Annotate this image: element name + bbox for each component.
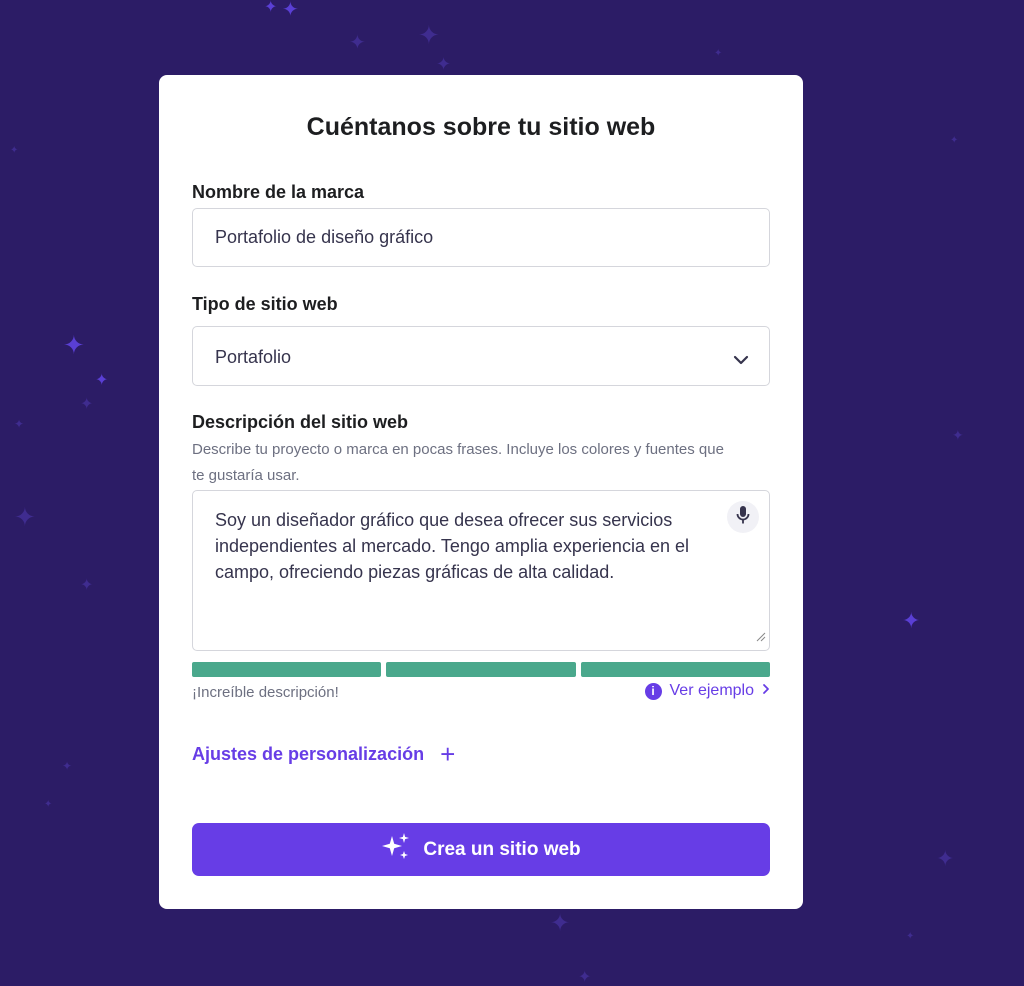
resize-handle-icon[interactable] bbox=[756, 626, 766, 647]
description-label: Descripción del sitio web bbox=[192, 412, 409, 432]
sparkle-icon: ✦ bbox=[436, 54, 452, 74]
site-type-selected-value: Portafolio bbox=[215, 347, 292, 367]
sparkle-icon: ✦ bbox=[63, 330, 85, 360]
sparkle-icon: ✦ bbox=[578, 969, 592, 986]
sparkle-icon: ✦ bbox=[95, 372, 109, 389]
plus-icon: + bbox=[440, 739, 456, 769]
page-title: Cuéntanos sobre tu sitio web bbox=[306, 113, 656, 141]
brand-name-label: Nombre de la marca bbox=[192, 182, 365, 202]
sparkle-icon: ✦ bbox=[936, 846, 955, 871]
sparkle-icon: ✦ bbox=[14, 502, 36, 532]
sparkle-icon: ✦ bbox=[80, 577, 94, 594]
description-feedback: ¡Increíble descripción! bbox=[192, 684, 339, 701]
chevron-right-icon bbox=[762, 682, 770, 700]
sparkle-icon: ✦ bbox=[349, 32, 366, 54]
quality-bar-segment bbox=[386, 662, 576, 677]
site-type-select[interactable]: Portafolio bbox=[192, 326, 770, 386]
sparkle-icon: ✦ bbox=[44, 799, 53, 810]
customization-settings-label: Ajustes de personalización bbox=[192, 743, 425, 764]
microphone-icon bbox=[736, 505, 750, 530]
sparkle-icon bbox=[381, 832, 411, 868]
create-website-button[interactable]: Crea un sitio web bbox=[192, 823, 770, 876]
sparkle-icon: ✦ bbox=[906, 931, 915, 942]
brand-name-input[interactable]: Portafolio de diseño gráfico bbox=[192, 208, 770, 267]
quality-bar-segment bbox=[581, 662, 770, 677]
description-value: Soy un diseñador gráfico que desea ofrec… bbox=[215, 510, 689, 582]
create-website-label: Crea un sitio web bbox=[423, 838, 581, 860]
quality-bar-segment bbox=[192, 662, 381, 677]
sparkle-icon: ✦ bbox=[10, 145, 19, 156]
site-type-label: Tipo de sitio web bbox=[192, 294, 338, 314]
sparkle-icon: ✦ bbox=[714, 48, 723, 59]
chevron-down-icon bbox=[733, 349, 749, 370]
brand-name-value: Portafolio de diseño gráfico bbox=[215, 227, 434, 247]
sparkle-icon: ✦ bbox=[14, 417, 25, 431]
sparkle-icon: ✦ bbox=[952, 427, 964, 443]
microphone-button[interactable] bbox=[727, 501, 759, 533]
sparkle-icon: ✦ bbox=[418, 20, 440, 50]
sparkle-icon: ✦ bbox=[80, 396, 94, 413]
customization-settings-toggle[interactable]: Ajustes de personalización + bbox=[192, 741, 455, 767]
see-example-label: Ver ejemplo bbox=[669, 682, 755, 699]
sparkle-icon: ✦ bbox=[950, 135, 959, 146]
sparkle-icon: ✦ bbox=[902, 608, 921, 633]
description-helper-text: Describe tu proyecto o marca en pocas fr… bbox=[192, 441, 724, 484]
see-example-link[interactable]: i Ver ejemplo bbox=[644, 682, 771, 700]
info-icon: i bbox=[644, 682, 662, 700]
sparkle-icon: ✦ bbox=[62, 759, 73, 773]
sparkle-icon: ✦ bbox=[550, 910, 571, 937]
description-textarea[interactable]: Soy un diseñador gráfico que desea ofrec… bbox=[192, 490, 770, 651]
sparkle-icon: ✦ bbox=[264, 0, 278, 16]
sparkle-icon: ✦ bbox=[282, 0, 299, 21]
website-form-card: Cuéntanos sobre tu sitio web Nombre de l… bbox=[159, 75, 803, 909]
